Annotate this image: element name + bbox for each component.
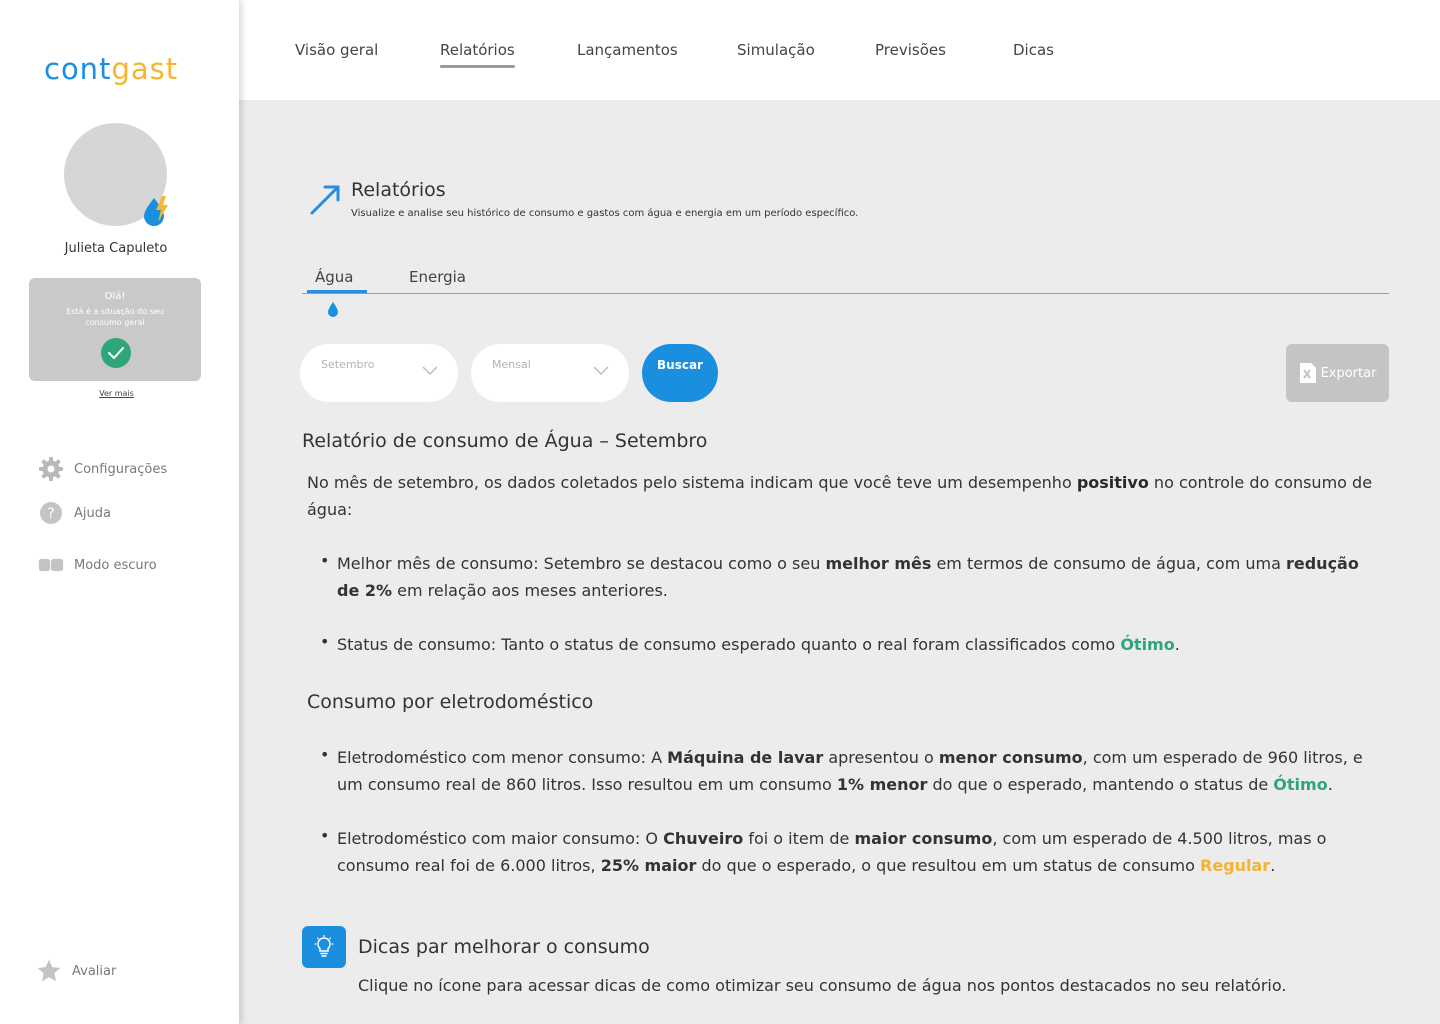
tab-water[interactable]: Água xyxy=(306,268,369,293)
star-icon xyxy=(36,958,62,984)
text-segment: . xyxy=(1327,775,1333,794)
sidebar-item-help[interactable]: ? Ajuda xyxy=(38,500,218,526)
svg-text:?: ? xyxy=(47,506,54,522)
see-more-link[interactable]: Ver mais xyxy=(0,389,233,398)
month-select[interactable]: Setembro xyxy=(300,344,458,402)
section-title-appliances: Consumo por eletrodoméstico xyxy=(307,691,594,713)
text-highlight: positivo xyxy=(1076,473,1149,492)
water-drop-icon xyxy=(328,302,338,317)
toggle-icon xyxy=(38,552,64,578)
gear-icon xyxy=(38,456,64,482)
text-highlight: melhor mês xyxy=(825,554,932,573)
bullet-dot: • xyxy=(320,632,330,651)
logo-text-cont: cont xyxy=(44,52,112,86)
check-icon xyxy=(101,338,131,368)
sidebar-item-label: Modo escuro xyxy=(74,557,157,573)
bullet-dot: • xyxy=(320,551,330,570)
user-name: Julieta Capuleto xyxy=(64,241,168,256)
text-segment: apresentou o xyxy=(823,748,939,767)
text-highlight: menor consumo xyxy=(938,748,1083,767)
status-description: Está é a situação do seu consumo geral xyxy=(66,307,164,327)
page-subtitle: Visualize e analise seu histórico de con… xyxy=(351,208,859,219)
bullet-dot: • xyxy=(320,745,330,764)
status-good-label: Ótimo xyxy=(1120,635,1175,654)
help-icon: ? xyxy=(38,500,64,526)
status-card: Olá! Está é a situação do seu consumo ge… xyxy=(29,278,201,381)
search-button[interactable]: Buscar xyxy=(642,344,718,402)
text-highlight: 1% menor xyxy=(836,775,928,794)
text-segment: em relação aos meses anteriores. xyxy=(392,581,668,600)
excel-file-icon xyxy=(1299,363,1316,383)
bullet-dot: • xyxy=(320,826,330,845)
sidebar-item-label: Avaliar xyxy=(72,963,117,979)
month-select-value: Setembro xyxy=(321,358,375,371)
lightbulb-icon xyxy=(314,935,334,957)
text-highlight: 25% maior xyxy=(600,856,697,875)
sidebar-item-settings[interactable]: Configurações xyxy=(38,456,218,482)
text-segment: do que o esperado, o que resultou em um … xyxy=(696,856,1200,875)
text-segment: foi o item de xyxy=(743,829,855,848)
period-select[interactable]: Mensal xyxy=(471,344,629,402)
bullet-lowest-appliance: Eletrodoméstico com menor consumo: A Máq… xyxy=(337,744,1377,798)
tips-title: Dicas par melhorar o consumo xyxy=(358,936,650,958)
main-content: Relatórios Visualize e analise seu histó… xyxy=(239,100,1440,1024)
text-segment: . xyxy=(1174,635,1180,654)
sidebar-item-dark-mode[interactable]: Modo escuro xyxy=(38,552,218,578)
tips-button[interactable] xyxy=(302,926,346,968)
nav-item-tips[interactable]: Dicas xyxy=(1013,41,1054,59)
sidebar: contgast Julieta Capuleto Olá! Está é a … xyxy=(0,0,239,1024)
text-highlight: Chuveiro xyxy=(663,829,744,848)
text-segment: . xyxy=(1270,856,1276,875)
sidebar-item-rate[interactable]: Avaliar xyxy=(36,958,216,984)
text-highlight: maior consumo xyxy=(854,829,993,848)
text-segment: Eletrodoméstico com maior consumo: O xyxy=(337,829,664,848)
text-segment: em termos de consumo de água, com uma xyxy=(931,554,1286,573)
nav-item-simulation[interactable]: Simulação xyxy=(737,41,815,59)
nav-item-reports[interactable]: Relatórios xyxy=(440,41,515,68)
text-segment: Status de consumo: Tanto o status de con… xyxy=(337,635,1121,654)
report-intro: No mês de setembro, os dados coletados p… xyxy=(307,469,1387,523)
logo-text-gast: gast xyxy=(111,52,179,86)
report-title: Relatório de consumo de Água – Setembro xyxy=(302,430,708,452)
sidebar-item-label: Configurações xyxy=(74,461,168,477)
page-title: Relatórios xyxy=(351,179,446,201)
water-energy-icon xyxy=(144,196,168,226)
nav-item-entries[interactable]: Lançamentos xyxy=(577,41,678,59)
bullet-highest-appliance: Eletrodoméstico com maior consumo: O Chu… xyxy=(337,825,1377,879)
text-segment: Melhor mês de consumo: Setembro se desta… xyxy=(337,554,826,573)
export-label: Exportar xyxy=(1320,365,1377,381)
text-segment: No mês de setembro, os dados coletados p… xyxy=(307,473,1077,492)
text-segment: Eletrodoméstico com menor consumo: A xyxy=(337,748,668,767)
tabs-divider xyxy=(302,293,1389,294)
sidebar-item-label: Ajuda xyxy=(74,505,111,521)
trend-arrow-icon xyxy=(310,185,340,215)
chevron-down-icon xyxy=(593,366,609,376)
top-nav: Visão geral Relatórios Lançamentos Simul… xyxy=(239,0,1440,100)
status-greeting: Olá! xyxy=(104,291,126,302)
period-select-value: Mensal xyxy=(492,358,531,371)
export-button[interactable]: Exportar xyxy=(1286,344,1389,402)
bullet-consumption-status: Status de consumo: Tanto o status de con… xyxy=(337,631,1377,658)
status-regular-label: Regular xyxy=(1200,856,1271,875)
text-highlight: Máquina de lavar xyxy=(667,748,824,767)
chevron-down-icon xyxy=(422,366,438,376)
nav-item-overview[interactable]: Visão geral xyxy=(295,41,378,59)
status-good-label: Ótimo xyxy=(1273,775,1328,794)
nav-item-forecasts[interactable]: Previsões xyxy=(875,41,946,59)
brand-logo[interactable]: contgast xyxy=(44,52,178,86)
text-segment: do que o esperado, mantendo o status de xyxy=(927,775,1274,794)
bullet-best-month: Melhor mês de consumo: Setembro se desta… xyxy=(337,550,1377,604)
tips-subtitle: Clique no ícone para acessar dicas de co… xyxy=(358,976,1287,995)
tab-energy[interactable]: Energia xyxy=(409,268,466,286)
